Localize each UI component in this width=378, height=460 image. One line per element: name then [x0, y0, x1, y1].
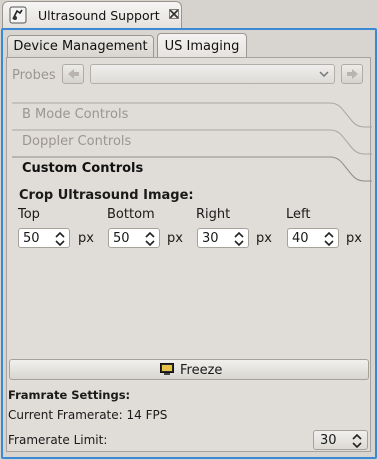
section-label: Doppler Controls — [22, 134, 132, 149]
crop-left-unit: px — [346, 231, 362, 246]
chevron-down-icon — [319, 71, 329, 78]
crop-right-label: Right — [196, 207, 231, 222]
freeze-label: Freeze — [180, 363, 223, 378]
crop-top-spinbox[interactable]: 50 — [18, 228, 70, 248]
previous-probe-button[interactable] — [62, 64, 84, 84]
probe-select[interactable] — [90, 64, 335, 84]
section-b-mode-controls[interactable]: B Mode Controls — [12, 102, 372, 128]
view-tab[interactable]: Ultrasound Support — [2, 1, 182, 29]
framerate-limit-label: Framerate Limit: — [8, 433, 108, 447]
crop-bottom-label: Bottom — [107, 207, 155, 222]
arrow-left-icon — [68, 69, 79, 79]
spinbox-value: 30 — [320, 433, 337, 448]
tab-us-imaging[interactable]: US Imaging — [157, 33, 247, 58]
section-label: Custom Controls — [22, 161, 144, 176]
spinbox-value: 50 — [23, 231, 40, 246]
probes-label: Probes — [12, 68, 56, 83]
spinbox-value: 40 — [292, 231, 309, 246]
current-framerate: Current Framerate: 14 FPS — [8, 408, 168, 422]
crop-right-spinbox[interactable]: 30 — [197, 228, 249, 248]
up-down-arrows-icon[interactable] — [55, 232, 65, 246]
up-down-arrows-icon[interactable] — [234, 232, 244, 246]
view-titlebar: Ultrasound Support — [0, 0, 378, 29]
up-down-arrows-icon[interactable] — [145, 232, 155, 246]
arrow-right-icon — [347, 69, 358, 79]
crop-left-spinbox[interactable]: 40 — [287, 228, 339, 248]
up-down-arrows-icon[interactable] — [352, 434, 362, 448]
section-custom-controls[interactable]: Custom Controls — [12, 156, 372, 182]
framerate-limit-spinbox[interactable]: 30 — [313, 430, 368, 450]
crop-title: Crop Ultrasound Image: — [19, 188, 194, 203]
next-probe-button[interactable] — [341, 64, 363, 84]
probe-icon — [9, 6, 27, 24]
crop-right-unit: px — [256, 231, 272, 246]
tab-device-management[interactable]: Device Management — [7, 35, 154, 57]
monitor-icon — [160, 363, 174, 375]
crop-bottom-spinbox[interactable]: 50 — [108, 228, 160, 248]
freeze-button[interactable]: Freeze — [9, 359, 369, 380]
close-icon[interactable] — [169, 9, 179, 19]
spinbox-value: 30 — [202, 231, 219, 246]
section-label: B Mode Controls — [22, 107, 129, 122]
crop-bottom-unit: px — [167, 231, 183, 246]
view-title: Ultrasound Support — [38, 8, 160, 23]
crop-left-label: Left — [286, 207, 311, 222]
crop-top-unit: px — [78, 231, 94, 246]
spinbox-value: 50 — [113, 231, 130, 246]
up-down-arrows-icon[interactable] — [324, 232, 334, 246]
crop-top-label: Top — [18, 207, 40, 222]
section-doppler-controls[interactable]: Doppler Controls — [12, 129, 372, 155]
framerate-title: Framrate Settings: — [8, 388, 131, 402]
